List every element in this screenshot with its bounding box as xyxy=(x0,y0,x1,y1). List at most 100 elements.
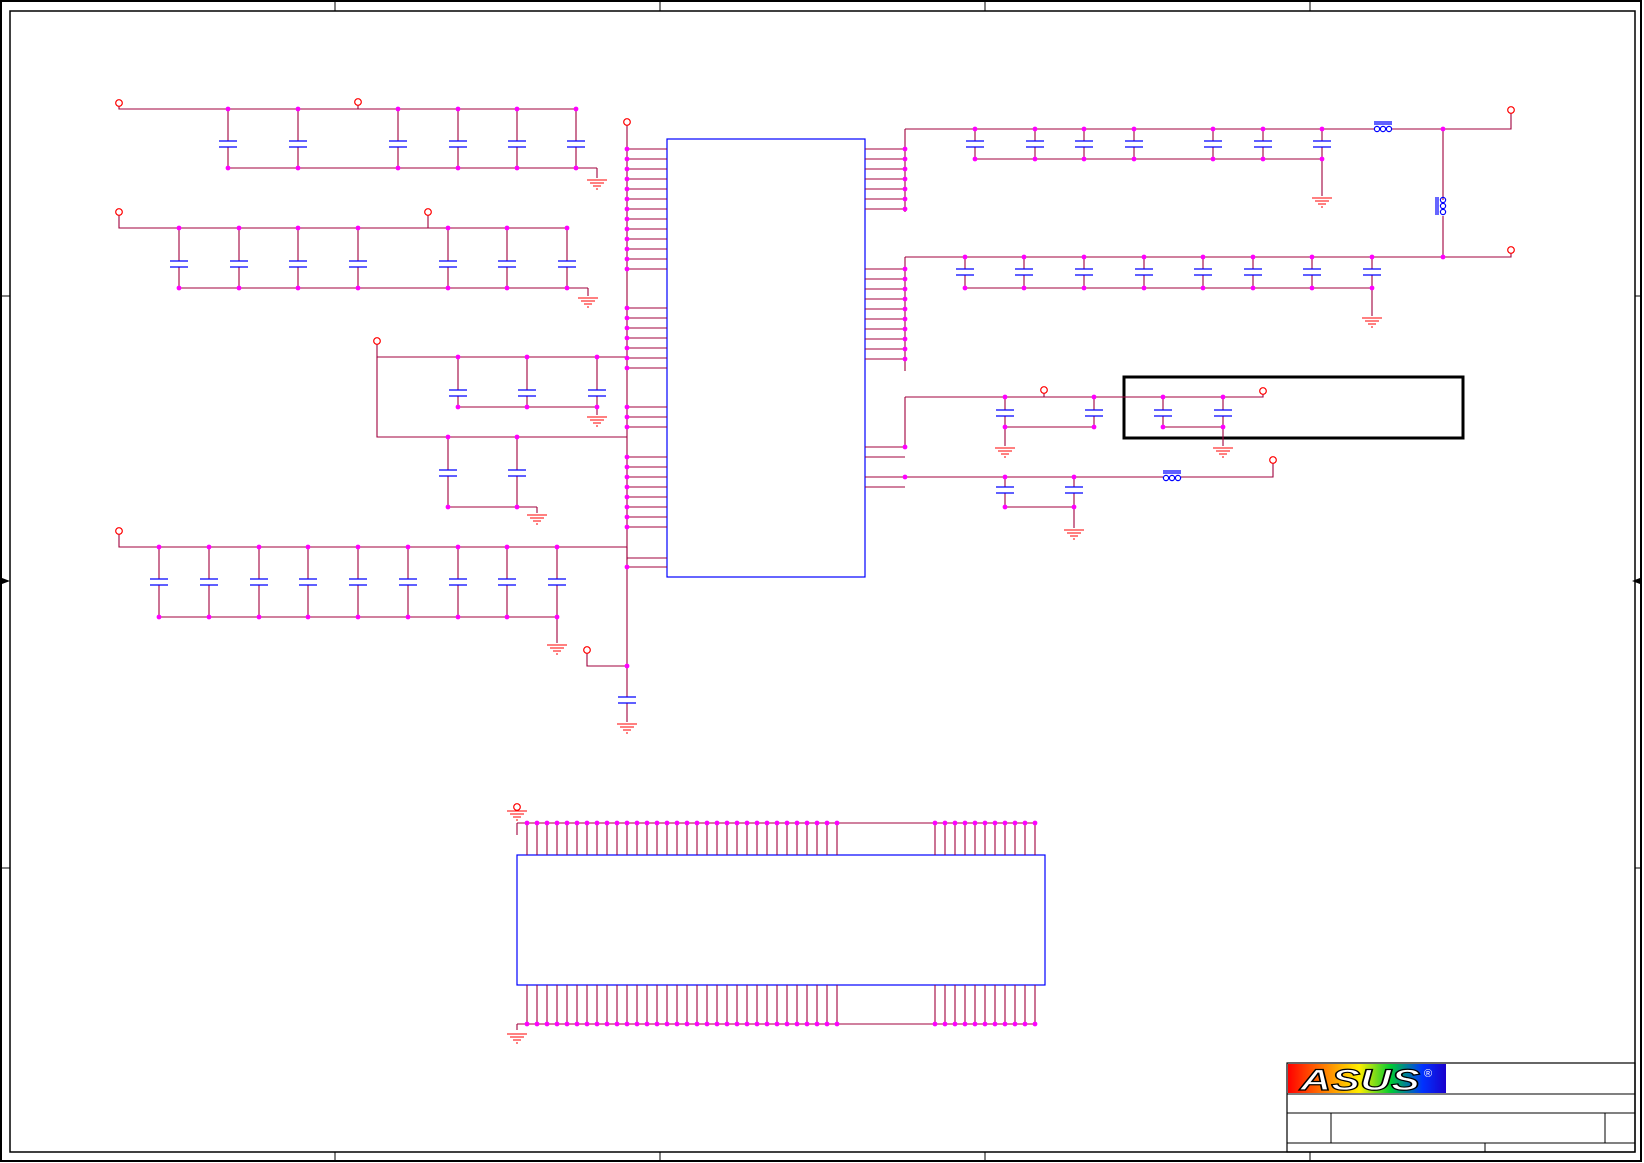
junction-dot xyxy=(584,1021,590,1027)
junction-dot xyxy=(305,544,311,550)
junction-dot xyxy=(1220,424,1226,430)
junction-dot xyxy=(624,365,630,371)
junction-dot xyxy=(445,225,451,231)
junction-dot xyxy=(902,316,908,322)
capacitor-icon xyxy=(200,578,218,586)
junction-dot xyxy=(992,1021,998,1027)
junction-dot xyxy=(972,156,978,162)
junction-dot xyxy=(524,354,530,360)
junction-dot xyxy=(256,614,262,620)
capacitor-icon xyxy=(996,486,1014,494)
junction-dot xyxy=(1091,394,1097,400)
capacitor-icon xyxy=(349,578,367,586)
capacitor-icon xyxy=(1313,140,1331,148)
junction-dot xyxy=(1012,820,1018,826)
junction-dot xyxy=(624,474,630,480)
junction-dot xyxy=(1309,254,1315,260)
junction-dot xyxy=(804,1021,810,1027)
junction-dot xyxy=(455,106,461,112)
junction-dot xyxy=(1440,126,1446,132)
junction-dot xyxy=(445,285,451,291)
junction-dot xyxy=(206,614,212,620)
junction-dot xyxy=(295,225,301,231)
asus-logo-text: ASUS xyxy=(1299,1064,1420,1097)
junction-dot xyxy=(564,225,570,231)
junction-dot xyxy=(156,544,162,550)
junction-dot xyxy=(1022,1021,1028,1027)
junction-dot xyxy=(644,820,650,826)
power-port-icon xyxy=(373,337,381,345)
junction-dot xyxy=(1002,394,1008,400)
capacitor-icon xyxy=(399,578,417,586)
junction-dot xyxy=(624,564,630,570)
junction-dot xyxy=(952,820,958,826)
power-port-icon xyxy=(1040,386,1048,394)
junction-dot xyxy=(1012,1021,1018,1027)
inductor-coil-icon xyxy=(1435,196,1447,216)
capacitor-icon xyxy=(548,578,566,586)
capacitor-icon xyxy=(299,578,317,586)
junction-dot xyxy=(624,206,630,212)
junction-dot xyxy=(634,820,640,826)
ground-icon xyxy=(1312,197,1332,208)
power-port-icon xyxy=(115,99,123,107)
junction-dot xyxy=(1032,126,1038,132)
junction-dot xyxy=(624,226,630,232)
junction-dot xyxy=(455,404,461,410)
capacitor-icon xyxy=(349,260,367,268)
capacitor-icon xyxy=(230,260,248,268)
junction-dot xyxy=(554,614,560,620)
junction-dot xyxy=(624,454,630,460)
junction-dot xyxy=(574,820,580,826)
junction-dot xyxy=(573,165,579,171)
junction-dot xyxy=(942,820,948,826)
capacitor-icon xyxy=(1204,140,1222,148)
power-port-icon xyxy=(513,803,521,811)
capacitor-icon xyxy=(389,140,407,148)
junction-dot xyxy=(794,820,800,826)
junction-dot xyxy=(524,404,530,410)
capacitor-icon xyxy=(449,578,467,586)
power-port-icon xyxy=(1269,456,1277,464)
capacitor-icon xyxy=(439,469,457,477)
junction-dot xyxy=(574,1021,580,1027)
junction-dot xyxy=(834,820,840,826)
junction-dot xyxy=(1250,285,1256,291)
junction-dot xyxy=(624,325,630,331)
junction-dot xyxy=(564,285,570,291)
power-port-icon xyxy=(1259,387,1267,395)
junction-dot xyxy=(455,354,461,360)
junction-dot xyxy=(1002,474,1008,480)
junction-dot xyxy=(295,106,301,112)
junction-dot xyxy=(754,820,760,826)
junction-dot xyxy=(1002,1021,1008,1027)
junction-dot xyxy=(624,266,630,272)
frame-arrow-right xyxy=(1632,578,1640,584)
junction-dot xyxy=(1200,285,1206,291)
inductor-coil-icon xyxy=(1373,121,1393,133)
junction-dot xyxy=(624,484,630,490)
ground-icon xyxy=(507,810,527,821)
junction-dot xyxy=(644,1021,650,1027)
junction-dot xyxy=(445,504,451,510)
capacitor-icon xyxy=(618,696,636,704)
junction-dot xyxy=(1319,156,1325,162)
junction-dot xyxy=(972,1021,978,1027)
capacitor-icon xyxy=(170,260,188,268)
junction-dot xyxy=(564,820,570,826)
junction-dot xyxy=(654,1021,660,1027)
junction-dot xyxy=(774,820,780,826)
junction-dot xyxy=(1002,820,1008,826)
junction-dot xyxy=(1309,285,1315,291)
junction-dot xyxy=(1021,254,1027,260)
junction-dot xyxy=(236,225,242,231)
junction-dot xyxy=(455,614,461,620)
junction-dot xyxy=(554,820,560,826)
capacitor-icon xyxy=(1125,140,1143,148)
capacitor-icon xyxy=(1303,268,1321,276)
junction-dot xyxy=(794,1021,800,1027)
junction-dot xyxy=(634,1021,640,1027)
junction-dot xyxy=(834,1021,840,1027)
junction-dot xyxy=(774,1021,780,1027)
junction-dot xyxy=(614,1021,620,1027)
